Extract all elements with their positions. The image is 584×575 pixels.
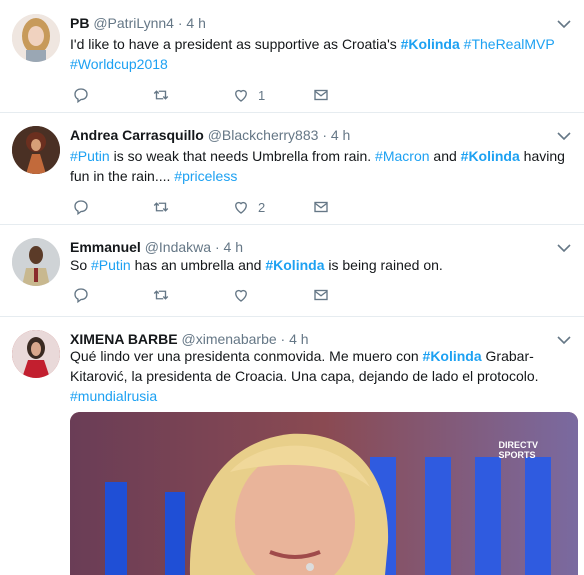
like-button[interactable]: 2 [232, 198, 265, 216]
author-handle[interactable]: @Indakwa [145, 239, 211, 255]
envelope-icon [314, 289, 328, 301]
tweet[interactable]: Andrea Carrasquillo @Blackcherry883 · 4 … [0, 112, 584, 225]
retweet-button[interactable] [152, 198, 170, 216]
logo-line: SPORTS [498, 450, 536, 460]
author-handle[interactable]: @Blackcherry883 [208, 127, 319, 143]
text-segment: has an umbrella and [130, 257, 266, 273]
tweet[interactable]: PB @PatriLynn4 · 4 h I'd like to have a … [0, 0, 584, 113]
chevron-down-icon[interactable] [556, 16, 572, 32]
text-segment: is so weak that needs Umbrella from rain… [109, 148, 376, 164]
reply-icon [74, 288, 88, 304]
hashtag[interactable]: #Worldcup2018 [70, 56, 168, 72]
message-button[interactable] [312, 86, 330, 104]
tweet-text: #Putin is so weak that needs Umbrella fr… [70, 146, 570, 186]
reply-button[interactable] [72, 286, 90, 304]
hashtag[interactable]: #Kolinda [423, 348, 482, 364]
avatar[interactable] [12, 126, 60, 174]
timestamp[interactable]: 4 h [289, 331, 308, 347]
avatar[interactable] [12, 14, 60, 62]
hashtag[interactable]: #Kolinda [461, 148, 520, 164]
like-count: 2 [258, 199, 266, 215]
chevron-down-icon[interactable] [556, 240, 572, 256]
like-button[interactable] [232, 286, 250, 304]
message-button[interactable] [312, 198, 330, 216]
text-segment: Qué lindo ver una presidenta conmovida. … [70, 348, 423, 364]
hashtag[interactable]: #Putin [70, 148, 110, 164]
tweet-text: Qué lindo ver una presidenta conmovida. … [70, 346, 570, 406]
heart-icon [235, 289, 247, 302]
reply-button[interactable] [72, 198, 90, 216]
author-name[interactable]: PB [70, 15, 89, 31]
text-segment: I'd like to have a president as supporti… [70, 36, 401, 52]
heart-icon [235, 89, 247, 102]
hashtag[interactable]: #Macron [375, 148, 429, 164]
author-name[interactable]: Emmanuel [70, 239, 141, 255]
avatar[interactable] [12, 238, 60, 286]
hashtag[interactable]: #Putin [91, 257, 131, 273]
author-name[interactable]: XIMENA BARBE [70, 331, 178, 347]
avatar[interactable] [12, 330, 60, 378]
logo-line: DIRECTV [498, 440, 538, 450]
hashtag[interactable]: #Kolinda [265, 257, 324, 273]
text-segment: and [429, 148, 461, 164]
message-button[interactable] [312, 286, 330, 304]
retweet-button[interactable] [152, 286, 170, 304]
hashtag[interactable]: #priceless [174, 168, 237, 184]
retweet-icon [153, 90, 169, 100]
author-handle[interactable]: @PatriLynn4 [93, 15, 174, 31]
retweet-icon [153, 290, 169, 300]
tweet-text: I'd like to have a president as supporti… [70, 34, 570, 74]
envelope-icon [314, 89, 328, 101]
retweet-button[interactable] [152, 86, 170, 104]
tv-channel-logo: DIRECTV SPORTS [498, 440, 538, 460]
separator: · [280, 331, 286, 347]
timestamp[interactable]: 4 h [331, 127, 350, 143]
tweet-media-image[interactable]: DIRECTV SPORTS [70, 412, 578, 575]
hashtag[interactable]: #Kolinda [401, 36, 460, 52]
like-count: 1 [258, 87, 266, 103]
separator: · [322, 127, 327, 143]
reply-button[interactable] [72, 86, 90, 104]
text-segment: So [70, 257, 92, 273]
chevron-down-icon[interactable] [556, 128, 572, 144]
heart-icon [235, 201, 247, 214]
retweet-icon [153, 202, 169, 212]
text-segment: is being rained on. [324, 257, 443, 273]
separator: · [214, 239, 220, 255]
hashtag[interactable]: #TheRealMVP [464, 36, 555, 52]
separator: · [177, 15, 183, 31]
media-photo [70, 412, 578, 575]
envelope-icon [314, 201, 328, 213]
hashtag[interactable]: #mundialrusia [70, 388, 157, 404]
tweet[interactable]: Emmanuel @Indakwa · 4 h So #Putin has an… [0, 224, 584, 317]
tweet-text: So #Putin has an umbrella and #Kolinda i… [70, 255, 570, 275]
timestamp[interactable]: 4 h [224, 239, 243, 255]
like-button[interactable]: 1 [232, 86, 265, 104]
author-handle[interactable]: @ximenabarbe [182, 331, 277, 347]
timestamp[interactable]: 4 h [186, 15, 205, 31]
reply-icon [74, 200, 88, 216]
reply-icon [74, 88, 88, 104]
author-name[interactable]: Andrea Carrasquillo [70, 127, 204, 143]
